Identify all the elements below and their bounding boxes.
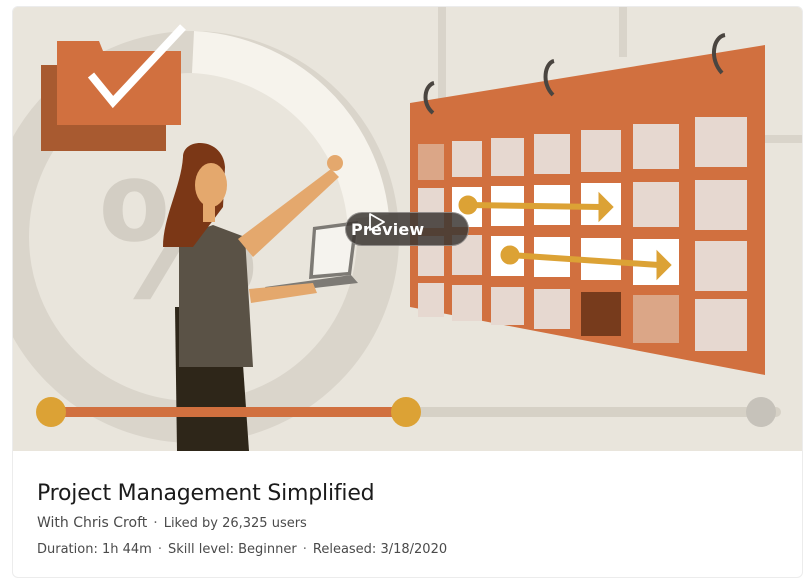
wall-line [765, 135, 802, 143]
skill-level: Skill level: Beginner [167, 542, 297, 557]
instructor-name[interactable]: With Chris Croft [37, 515, 147, 531]
release-date: Released: 3/18/2020 [312, 542, 448, 557]
course-details: Duration: 1h 44m · Skill level: Beginner · R… [37, 542, 802, 557]
wall-line [438, 7, 446, 107]
timeline-end-dot [746, 397, 776, 427]
course-title[interactable]: Project Management Simplified [37, 481, 802, 506]
likes-count: Liked by 26,325 users [163, 516, 307, 531]
wall-line [619, 7, 627, 57]
timeline-progress [51, 407, 406, 417]
course-info: Project Management Simplified With Chris… [37, 473, 802, 557]
separator: · [302, 542, 307, 557]
separator: · [153, 515, 158, 531]
course-card[interactable]: % [12, 6, 803, 578]
duration: Duration: 1h 44m [37, 542, 152, 557]
preview-label: Preview [351, 219, 425, 239]
course-thumbnail[interactable]: % [13, 7, 802, 451]
course-byline: With Chris Croft · Liked by 26,325 users [37, 515, 802, 531]
play-icon [369, 213, 385, 231]
preview-button[interactable]: Preview [345, 212, 469, 246]
timeline-start-dot [36, 397, 66, 427]
separator: · [157, 542, 162, 557]
timeline-current-dot [391, 397, 421, 427]
